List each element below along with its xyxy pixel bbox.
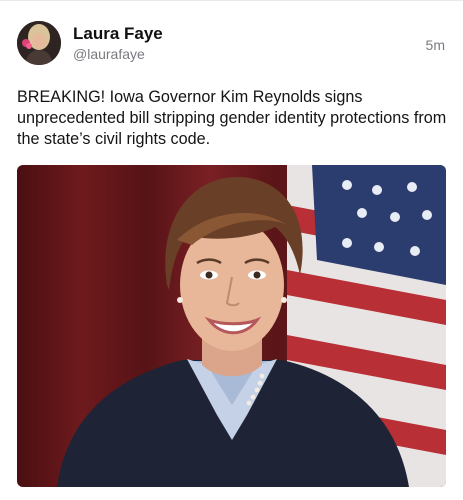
author-info: Laura Faye @laurafaye <box>73 23 163 64</box>
portrait-photo-icon <box>17 165 446 487</box>
profile-photo-icon <box>17 21 61 65</box>
post-card[interactable]: Laura Faye @laurafaye 5m BREAKING! Iowa … <box>0 0 463 500</box>
post-image[interactable] <box>17 165 446 487</box>
post-header: Laura Faye @laurafaye <box>17 21 163 65</box>
post-timestamp[interactable]: 5m <box>426 37 445 53</box>
post-body: BREAKING! Iowa Governor Kim Reynolds sig… <box>17 88 447 148</box>
author-handle[interactable]: @laurafaye <box>73 45 163 64</box>
author-name[interactable]: Laura Faye <box>73 23 163 44</box>
author-avatar[interactable] <box>17 21 61 65</box>
